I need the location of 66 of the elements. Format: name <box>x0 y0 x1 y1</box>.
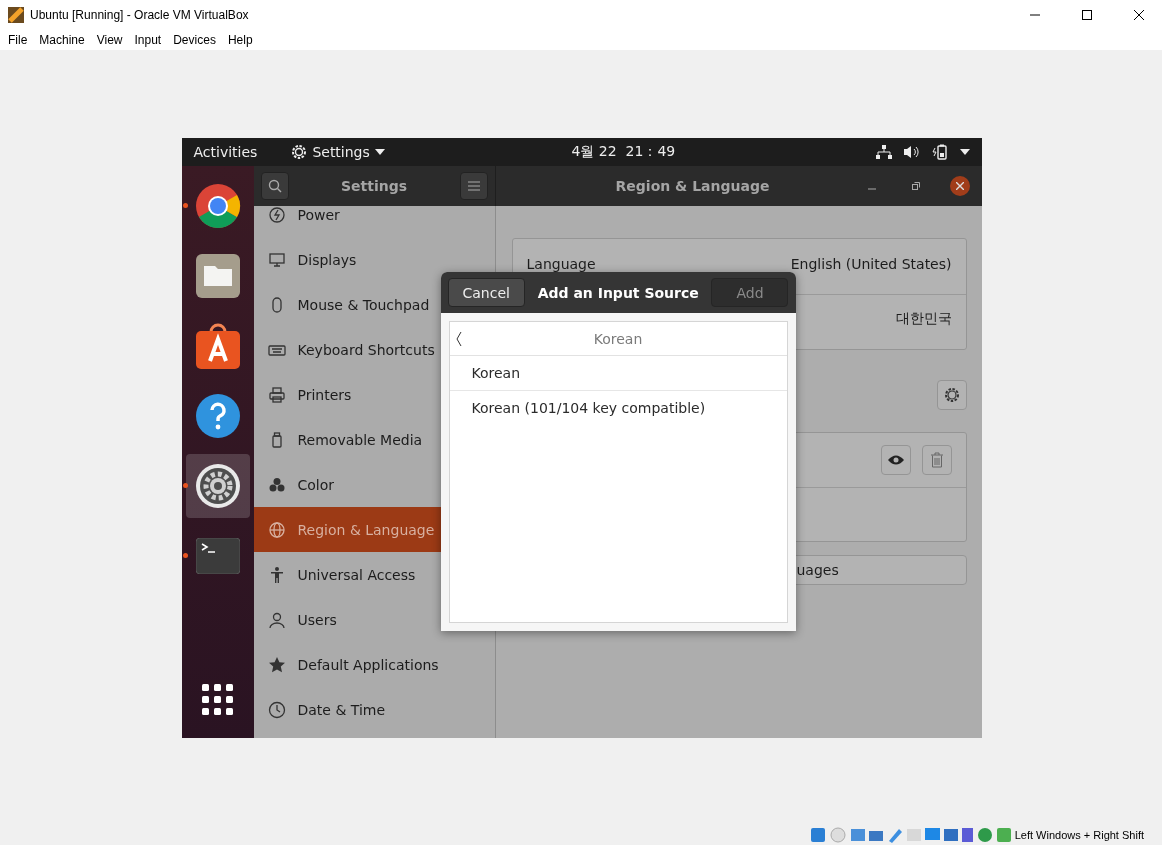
row-label: Language <box>526 255 596 272</box>
search-icon <box>267 179 282 193</box>
terminal-icon <box>195 538 240 574</box>
list-header: Korean <box>593 330 643 347</box>
color-circles-icon <box>267 475 286 494</box>
sidebar-item[interactable]: Universal Access <box>253 552 495 597</box>
list-item[interactable]: Korean (101/104 key compatible) <box>449 390 787 424</box>
menu-item[interactable]: File <box>4 33 36 47</box>
help-icon <box>194 393 241 439</box>
close-button[interactable] <box>949 176 970 196</box>
virtualbox-logo-icon <box>8 7 24 23</box>
star-icon <box>267 655 286 674</box>
delete-button[interactable] <box>921 445 952 475</box>
network-icon[interactable] <box>875 145 892 159</box>
row-value[interactable]: English (United States) <box>790 255 952 272</box>
globe-icon <box>267 520 286 539</box>
list-item[interactable]: Korean <box>449 356 787 390</box>
preview-button[interactable] <box>880 445 911 475</box>
dialog-title: Add an Input Source <box>537 284 699 301</box>
restore-icon <box>911 182 920 190</box>
cancel-button[interactable]: Cancel <box>447 278 525 307</box>
window-title: Ubuntu [Running] - Oracle VM VirtualBox <box>30 8 250 22</box>
battery-icon[interactable] <box>931 144 948 160</box>
back-icon[interactable] <box>455 332 462 346</box>
chrome-icon <box>194 183 241 229</box>
settings-button[interactable] <box>936 380 967 410</box>
sidebar-item[interactable]: Date & Time <box>253 687 495 732</box>
close-icon <box>955 182 964 190</box>
sidebar-item[interactable]: Power <box>253 206 495 237</box>
row-value[interactable]: 대한민국 <box>895 310 952 328</box>
printer-icon <box>267 385 286 404</box>
monitor-icon <box>267 250 286 269</box>
sidebar-item[interactable]: Default Applications <box>253 642 495 687</box>
eye-icon <box>887 454 904 466</box>
app-grid-icon[interactable] <box>201 684 234 716</box>
menu-item[interactable]: Devices <box>169 33 224 47</box>
menu-item[interactable]: Help <box>223 33 261 47</box>
user-icon <box>267 610 286 629</box>
gear-icon <box>943 387 960 403</box>
caret-icon[interactable] <box>959 149 970 155</box>
sidebar-item[interactable]: Color <box>253 462 495 507</box>
status-indicators-drawing[interactable] <box>810 827 1011 843</box>
panel-title: Region & Language <box>615 178 770 194</box>
app-menu[interactable]: Settings <box>312 144 370 160</box>
search-button[interactable] <box>260 172 289 200</box>
sidebar-item[interactable]: Users <box>253 597 495 642</box>
menu-icon <box>467 181 480 191</box>
trash-icon <box>929 452 944 468</box>
menu-item[interactable]: Machine <box>35 33 93 47</box>
clock-icon <box>267 700 286 719</box>
close-icon <box>1134 10 1144 20</box>
menu-button[interactable] <box>459 172 488 200</box>
activities-button[interactable]: Activities <box>193 144 258 160</box>
menu-item[interactable]: View <box>92 33 131 47</box>
menu-item[interactable]: Input <box>130 33 170 47</box>
clock[interactable]: 4월 22 21：49 <box>571 143 676 161</box>
gear-icon <box>194 463 241 509</box>
maximize-icon <box>1082 10 1092 20</box>
shopping-bag-icon <box>195 323 240 369</box>
host-key-hint: Left Windows + Right Shift <box>1014 829 1144 841</box>
folder-icon <box>195 254 240 298</box>
caret-icon <box>374 149 385 155</box>
gear-icon <box>291 144 308 160</box>
speaker-icon[interactable] <box>903 145 920 159</box>
dock-item[interactable] <box>185 454 250 518</box>
sidebar-title: Settings <box>340 178 408 194</box>
